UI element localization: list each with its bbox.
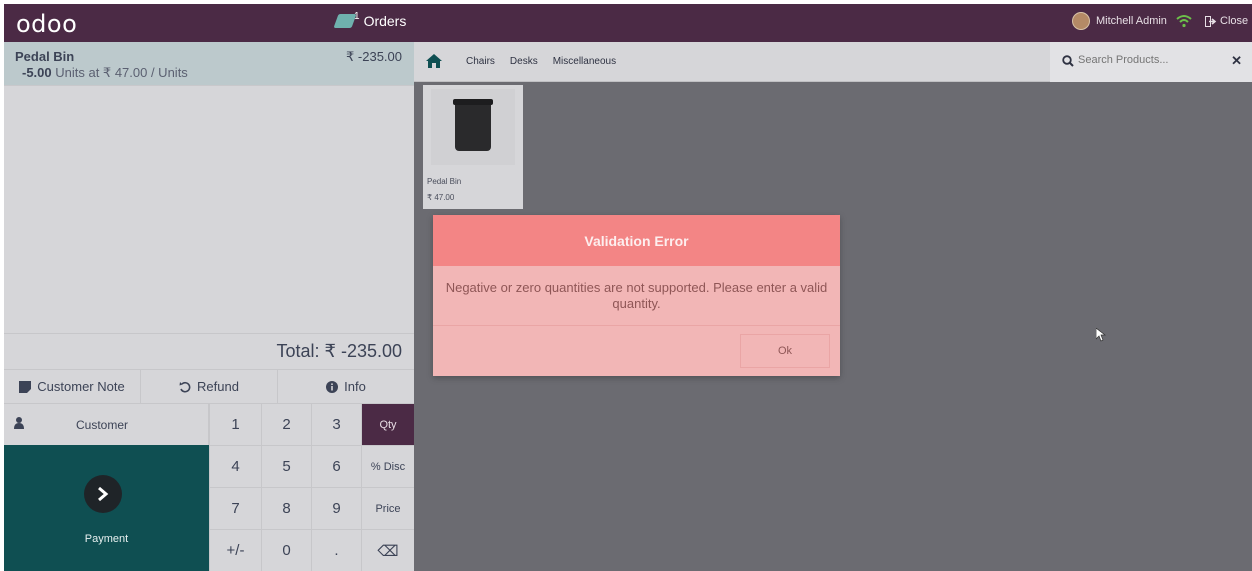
numpad-key-3[interactable]: 3 [311,403,361,445]
refund-button[interactable]: Refund [141,370,278,403]
top-bar: odoo 1 Orders Mitchell Admin Close [4,4,1252,42]
mouse-cursor-icon [1096,328,1106,342]
close-button[interactable]: Close [1205,15,1248,27]
customer-label: Customer [76,417,129,432]
mode-price-button[interactable]: Price [361,487,414,529]
numpad-key-8[interactable]: 8 [261,487,311,529]
wifi-icon [1176,15,1192,28]
home-icon[interactable] [426,54,442,73]
sign-out-icon [1205,15,1217,27]
validation-error-dialog: Validation Error Negative or zero quanti… [433,215,840,376]
category-bar: Chairs Desks Miscellaneous ✕ [414,42,1252,82]
user-menu[interactable]: Mitchell Admin [1072,12,1167,30]
numpad-key-decimal[interactable]: . [311,529,361,571]
orders-label: Orders [363,13,407,29]
order-line-selected[interactable]: Pedal Bin ₹ -235.00 -5.00 Units at ₹ 47.… [4,42,414,86]
refund-label: Refund [197,379,239,394]
mode-discount-button[interactable]: % Disc [361,445,414,487]
user-icon [14,417,54,432]
product-name: Pedal Bin [427,177,462,186]
numpad-area: Customer Payment 1 2 3 Qty 4 5 6 % Disc … [4,403,414,571]
mode-qty-button[interactable]: Qty [361,403,414,445]
payment-label: Payment [84,533,129,545]
odoo-logo: odoo [16,10,78,38]
dialog-title: Validation Error [433,215,840,266]
user-name: Mitchell Admin [1096,15,1167,27]
orders-button[interactable]: 1 Orders [333,11,407,29]
clear-search-icon[interactable]: ✕ [1231,53,1242,69]
product-image [431,89,515,165]
order-total: Total: ₹ -235.00 [276,341,402,361]
order-line-product-name: Pedal Bin [15,49,75,64]
dialog-divider [433,325,840,326]
ticket-icon [333,14,357,28]
info-button[interactable]: Info [278,370,414,403]
undo-icon [179,381,191,393]
order-line-qty: -5.00 [22,65,52,80]
order-line-detail: -5.00 Units at ₹ 47.00 / Units [22,65,188,81]
info-icon [326,380,339,393]
order-total-row: Total: ₹ -235.00 [4,333,414,369]
search-input[interactable] [1078,54,1218,66]
numpad-key-0[interactable]: 0 [261,529,311,571]
category-desks[interactable]: Desks [510,56,538,67]
product-price: ₹ 47.00 [427,193,455,202]
search-icon [1062,55,1074,67]
numpad-key-7[interactable]: 7 [209,487,261,529]
numpad-key-6[interactable]: 6 [311,445,361,487]
category-chairs[interactable]: Chairs [466,56,495,67]
customer-button[interactable]: Customer [4,403,209,445]
payment-button[interactable]: Payment [4,445,209,571]
numpad-key-4[interactable]: 4 [209,445,261,487]
product-card[interactable]: Pedal Bin ₹ 47.00 [423,85,523,209]
chevron-right-icon [84,475,122,513]
note-icon [19,380,32,393]
numpad-keys: 1 2 3 Qty 4 5 6 % Disc 7 8 9 Price +/- 0… [209,403,414,571]
control-buttons: Customer Note Refund Info [4,369,414,403]
numpad-key-plus-minus[interactable]: +/- [209,529,261,571]
order-line-price: ₹ -235.00 [346,49,402,64]
order-line-unit-info: Units at ₹ 47.00 / Units [51,65,188,80]
customer-note-button[interactable]: Customer Note [4,370,141,403]
order-panel: Pedal Bin ₹ -235.00 -5.00 Units at ₹ 47.… [4,42,414,571]
numpad-key-1[interactable]: 1 [209,403,261,445]
ok-button[interactable]: Ok [740,334,830,368]
pedal-bin-image [453,99,493,151]
customer-note-label: Customer Note [37,379,125,394]
numpad-key-5[interactable]: 5 [261,445,311,487]
search-box: ✕ [1050,42,1252,82]
category-miscellaneous[interactable]: Miscellaneous [553,56,616,67]
dialog-message: Negative or zero quantities are not supp… [445,280,828,311]
backspace-button[interactable]: ⌫ [361,529,414,571]
close-label: Close [1220,15,1249,27]
numpad-key-9[interactable]: 9 [311,487,361,529]
pos-screen: odoo 1 Orders Mitchell Admin Close Pedal… [4,4,1252,571]
info-label: Info [344,379,366,394]
numpad-key-2[interactable]: 2 [261,403,311,445]
category-list: Chairs Desks Miscellaneous [466,56,616,67]
avatar [1072,12,1090,30]
